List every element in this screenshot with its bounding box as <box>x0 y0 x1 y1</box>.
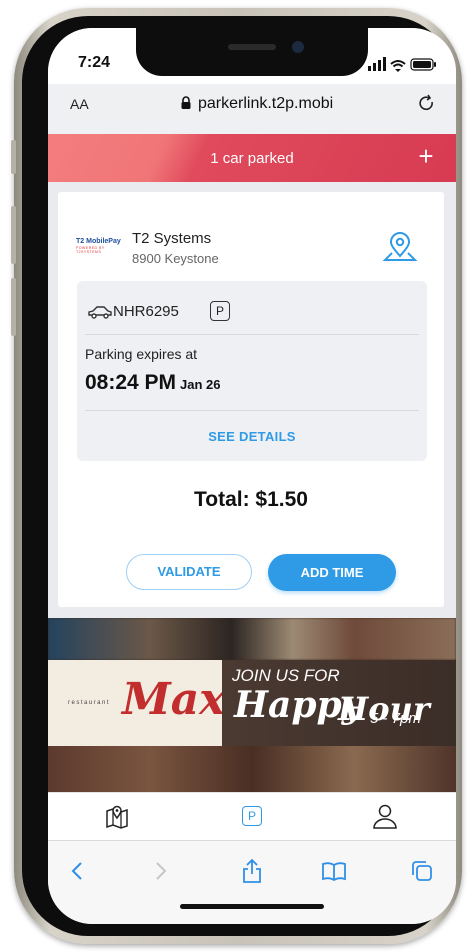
map-icon[interactable] <box>102 801 132 831</box>
phone-side-button <box>11 140 16 174</box>
text-size-button[interactable]: AA <box>70 96 89 112</box>
bookmarks-icon[interactable] <box>320 857 348 885</box>
screen: 7:24 AA parkerlink.t2p.mobi 1 car parked… <box>48 28 456 924</box>
operator-address: 8900 Keystone <box>132 251 219 266</box>
expires-time: 08:24 PM Jan 26 <box>85 371 221 395</box>
ad-banner[interactable]: restaurant Max JOIN US FOR Happy Hour 5 … <box>48 618 456 792</box>
address-bar[interactable]: AA parkerlink.t2p.mobi <box>58 86 446 122</box>
add-car-button[interactable]: + <box>412 142 440 170</box>
profile-icon[interactable] <box>370 801 400 831</box>
logo-subtext: POWERED BY T2SYSTEMS <box>76 246 105 254</box>
tabs-icon[interactable] <box>408 857 436 885</box>
parking-session: NHR6295 P Parking expires at 08:24 PM Jan… <box>77 281 427 461</box>
see-details-link[interactable]: SEE DETAILS <box>77 429 427 444</box>
ad-background <box>48 618 456 660</box>
ad-logo-panel: restaurant Max <box>48 660 226 746</box>
back-icon[interactable] <box>64 857 92 885</box>
notch <box>136 28 368 76</box>
validate-button[interactable]: VALIDATE <box>126 554 252 590</box>
total-amount: Total: $1.50 <box>194 488 308 511</box>
ad-background <box>48 746 456 792</box>
ad-times: 5 - 7pm <box>370 710 421 727</box>
status-icons <box>368 57 436 72</box>
logo-text: T2 MobilePay <box>76 238 121 245</box>
parking-icon: P <box>242 806 262 826</box>
parking-icon: P <box>210 301 230 321</box>
forward-icon[interactable] <box>146 857 174 885</box>
ad-brand: Max <box>122 674 226 725</box>
ad-promo-panel: JOIN US FOR Happy Hour 5 - 7pm <box>222 660 456 746</box>
parked-count: 1 car parked <box>210 150 294 167</box>
expires-date: Jan 26 <box>180 377 221 392</box>
phone-side-button <box>11 278 16 336</box>
car-icon <box>88 306 112 319</box>
divider <box>85 334 419 335</box>
parked-banner: 1 car parked + <box>48 134 456 182</box>
parking-tab[interactable]: P <box>237 801 267 831</box>
ad-join-text: JOIN US FOR <box>232 666 340 685</box>
parking-card: T2 MobilePay POWERED BY T2SYSTEMS T2 Sys… <box>58 192 444 607</box>
add-time-button[interactable]: ADD TIME <box>268 554 396 591</box>
operator-name: T2 Systems <box>132 230 212 247</box>
license-plate: NHR6295 <box>113 303 179 320</box>
ad-restaurant-label: restaurant <box>68 700 111 706</box>
app-tab-bar: P <box>48 792 456 841</box>
url-text[interactable]: parkerlink.t2p.mobi <box>198 95 333 113</box>
map-pin-icon[interactable] <box>382 232 418 264</box>
expires-time-value: 08:24 PM <box>85 371 177 394</box>
reload-icon[interactable] <box>418 94 436 114</box>
phone-side-button <box>11 206 16 264</box>
lock-icon <box>181 96 191 109</box>
clock: 7:24 <box>78 54 111 71</box>
expires-label: Parking expires at <box>85 346 198 362</box>
share-icon[interactable] <box>238 857 266 885</box>
browser-toolbar <box>48 840 456 924</box>
operator-logo: T2 MobilePay POWERED BY T2SYSTEMS <box>76 238 124 254</box>
home-indicator[interactable] <box>180 904 324 909</box>
divider <box>85 410 419 411</box>
